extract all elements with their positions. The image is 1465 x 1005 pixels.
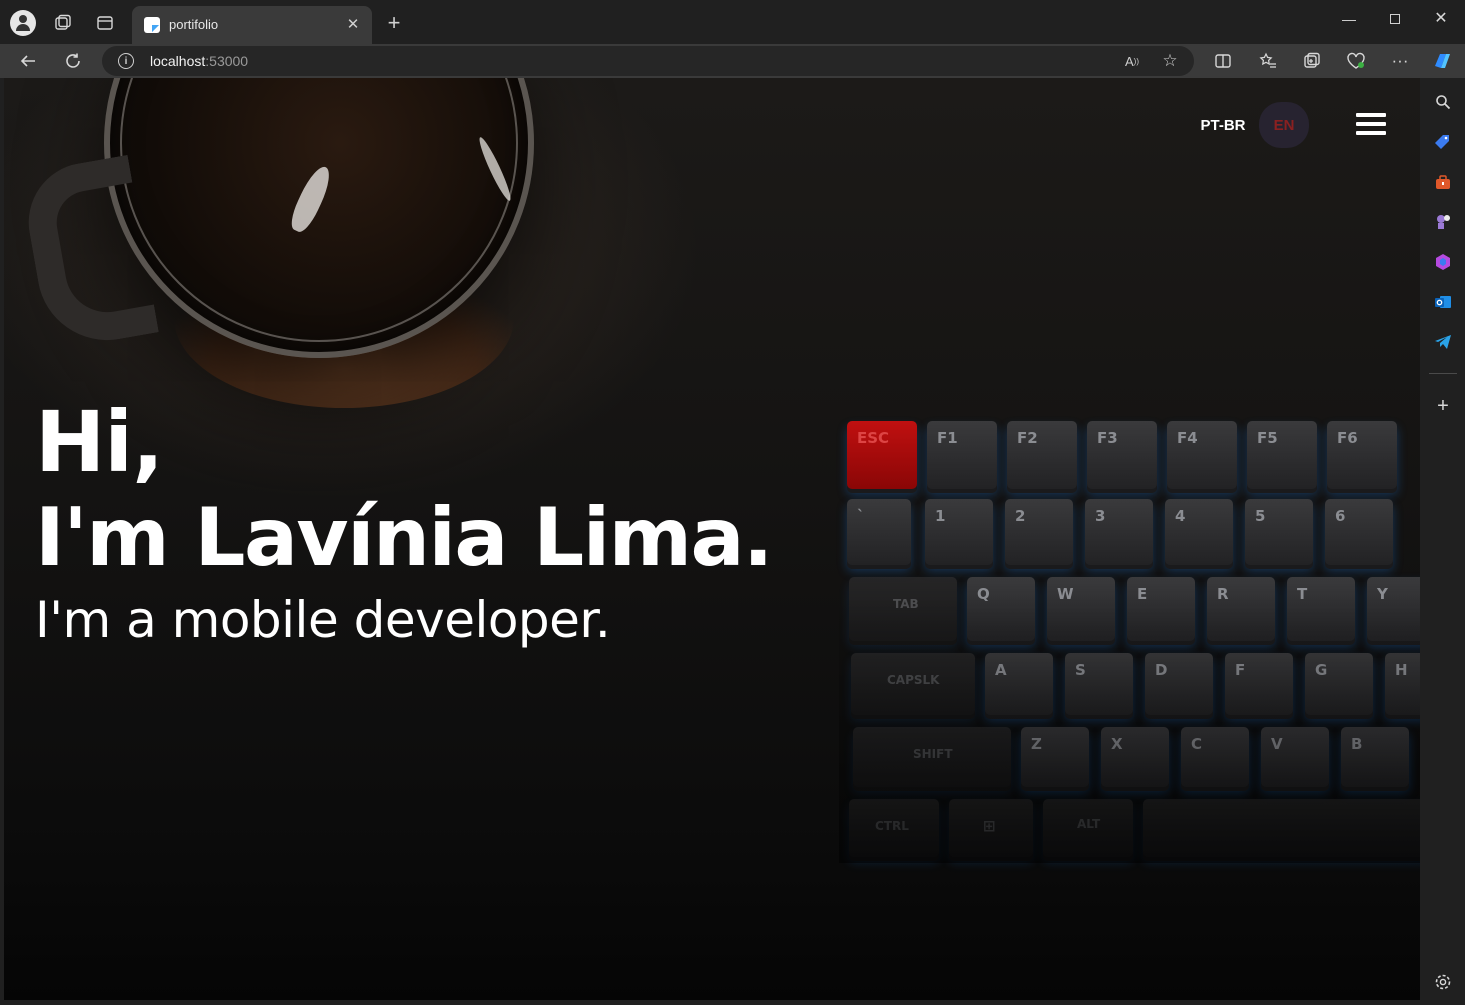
browser-essentials-icon[interactable] [1344,49,1368,73]
key-6: 6 [1325,499,1393,565]
keyboard-image: ESC F1 F2 F3 F4 F5 F6 ` 1 2 3 4 5 6 TAB … [839,413,1420,863]
search-icon[interactable] [1433,92,1453,112]
key-3: 3 [1085,499,1153,565]
key-b: B [1341,727,1409,787]
key-z: Z [1021,727,1089,787]
games-icon[interactable] [1433,212,1453,232]
copilot-icon[interactable] [1430,49,1454,73]
hero-subtitle: I'm a mobile developer. [35,591,611,649]
tab-actions-icon[interactable] [96,14,114,32]
close-window-button[interactable]: ✕ [1430,7,1452,29]
key-s: S [1065,653,1133,715]
add-icon[interactable]: + [1433,395,1453,417]
key-f1: F1 [927,421,997,489]
key-f: F [1225,653,1293,715]
refresh-icon[interactable] [61,49,85,73]
key-f3: F3 [1087,421,1157,489]
key-tab: TAB [849,577,957,641]
favorites-icon[interactable] [1256,49,1280,73]
key-ctrl: CTRL [849,799,939,857]
key-alt: ALT [1043,799,1133,857]
key-a: A [985,653,1053,715]
key-f2: F2 [1007,421,1077,489]
key-windows: ⊞ [949,799,1033,857]
settings-icon[interactable] [1433,972,1453,992]
lang-en-button[interactable]: EN [1259,102,1309,148]
page-viewport: ESC F1 F2 F3 F4 F5 F6 ` 1 2 3 4 5 6 TAB … [4,78,1420,1000]
telegram-icon[interactable] [1433,332,1453,352]
collections-icon[interactable] [1300,49,1324,73]
lang-ptbr-button[interactable]: PT-BR [1194,102,1252,148]
address-url[interactable]: localhost:53000 [150,53,248,69]
address-bar[interactable]: i localhost:53000 A)) ☆ [102,46,1194,76]
key-r: R [1207,577,1275,641]
minimize-window-button[interactable]: — [1338,8,1360,30]
office-icon[interactable] [1433,252,1453,272]
tab-close-icon[interactable]: ✕ [344,15,362,33]
key-1: 1 [925,499,993,565]
shopping-icon[interactable] [1433,132,1453,152]
key-capslock: CAPSLK [851,653,975,715]
key-f6: F6 [1327,421,1397,489]
key-backtick: ` [847,499,911,565]
hero-name: I'm Lavínia Lima. [35,491,773,584]
key-g: G [1305,653,1373,715]
key-f5: F5 [1247,421,1317,489]
key-4: 4 [1165,499,1233,565]
maximize-window-button[interactable] [1384,8,1406,30]
key-esc: ESC [847,421,917,489]
address-host: localhost [150,53,206,69]
flutter-favicon-icon [144,17,160,33]
key-shift: SHIFT [853,727,1011,787]
new-tab-button[interactable]: + [383,10,405,35]
add-favorite-icon[interactable]: ☆ [1160,51,1180,71]
key-q: Q [967,577,1035,641]
key-d: D [1145,653,1213,715]
key-t: T [1287,577,1355,641]
more-icon[interactable]: ··· [1388,49,1412,73]
workspaces-icon[interactable] [54,14,72,32]
key-h: H [1385,653,1420,715]
tools-icon[interactable] [1433,172,1453,192]
key-c: C [1181,727,1249,787]
tab-title: portifolio [169,17,219,32]
outlook-icon[interactable] [1433,292,1453,312]
key-e: E [1127,577,1195,641]
hamburger-menu-icon[interactable] [1356,113,1388,137]
site-info-icon[interactable]: i [118,53,134,69]
hero-greeting: Hi, [35,393,164,491]
key-y: Y [1367,577,1420,641]
sidebar-separator [1429,373,1457,374]
key-w: W [1047,577,1115,641]
key-x: X [1101,727,1169,787]
browser-toolbar: i localhost:53000 A)) ☆ ··· [0,44,1465,78]
edge-sidebar: + [1421,78,1465,1005]
key-space [1143,799,1420,857]
back-icon[interactable] [16,49,40,73]
address-port: :53000 [205,53,249,69]
key-5: 5 [1245,499,1313,565]
key-v: V [1261,727,1329,787]
key-f4: F4 [1167,421,1237,489]
profile-icon[interactable] [10,10,36,36]
browser-tab-bar: portifolio ✕ + — ✕ [0,0,1465,44]
key-2: 2 [1005,499,1073,565]
read-aloud-icon[interactable]: A)) [1122,51,1142,71]
tab-portifolio[interactable]: portifolio ✕ [132,6,372,44]
split-screen-icon[interactable] [1211,49,1235,73]
